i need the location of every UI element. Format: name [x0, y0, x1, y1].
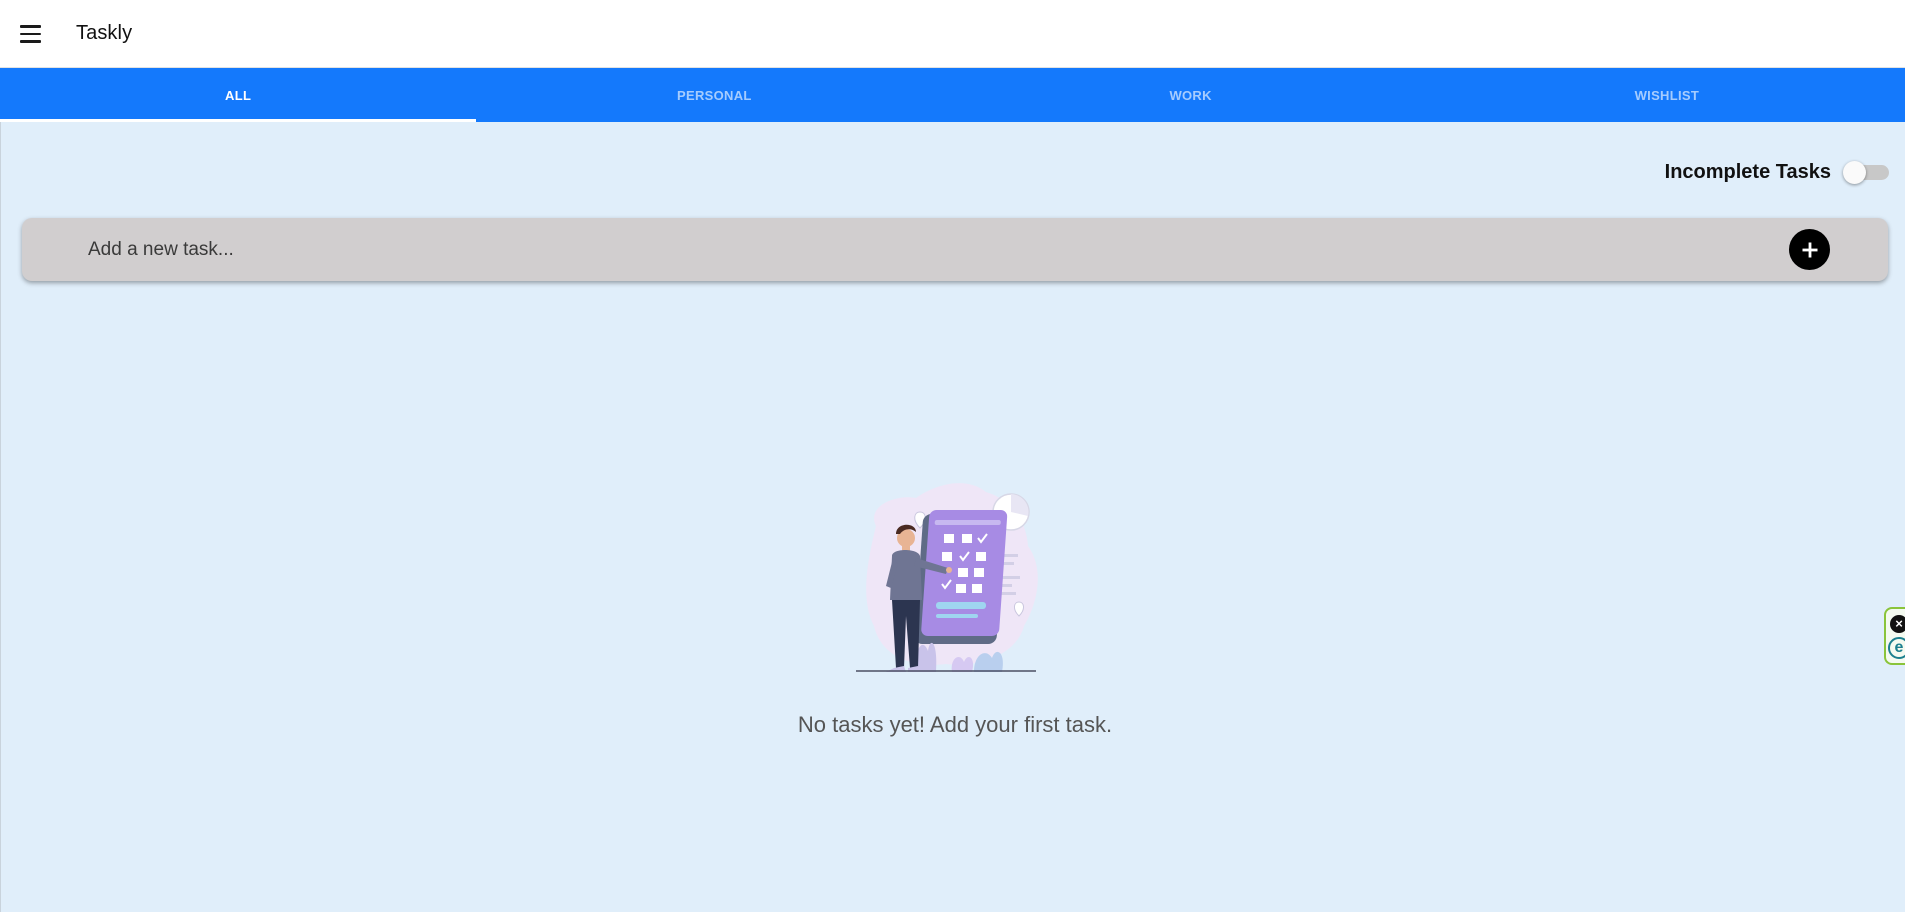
- empty-state-message: No tasks yet! Add your first task.: [797, 712, 1113, 737]
- add-task-button[interactable]: [1789, 229, 1830, 270]
- tab-personal[interactable]: PERSONAL: [476, 68, 952, 122]
- left-border: [0, 122, 1, 912]
- incomplete-tasks-toggle[interactable]: [1843, 158, 1889, 186]
- incomplete-tasks-label: Incomplete Tasks: [1664, 160, 1831, 183]
- close-icon[interactable]: ×: [1890, 615, 1905, 633]
- add-task-input[interactable]: [88, 228, 1768, 272]
- app-bar: Taskly: [0, 0, 1905, 68]
- extension-logo-icon: e: [1888, 637, 1905, 659]
- browser-extension-widget[interactable]: × e: [1884, 607, 1905, 665]
- incomplete-filter: Incomplete Tasks: [1665, 158, 1889, 186]
- add-task-bar: [22, 218, 1888, 281]
- plus-icon: [1802, 242, 1817, 257]
- hamburger-menu-icon[interactable]: [14, 18, 46, 50]
- app-title: Taskly: [76, 22, 133, 44]
- tab-work[interactable]: WORK: [953, 68, 1429, 122]
- category-tabs: ALL PERSONAL WORK WISHLIST: [0, 68, 1905, 122]
- tab-wishlist[interactable]: WISHLIST: [1429, 68, 1905, 122]
- toggle-thumb: [1843, 161, 1866, 184]
- tab-all[interactable]: ALL: [0, 68, 477, 122]
- empty-state-illustration: [856, 483, 1038, 672]
